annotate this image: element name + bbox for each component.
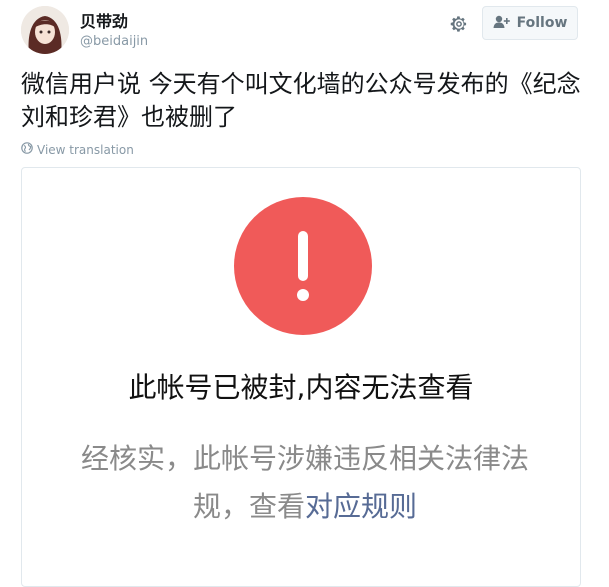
exclamation-icon xyxy=(234,197,372,335)
user-handle[interactable]: @beidaijin xyxy=(80,34,148,50)
follow-button[interactable]: Follow xyxy=(482,6,578,40)
avatar[interactable] xyxy=(21,6,69,54)
blocked-body: 经核实，此帐号涉嫌违反相关法律法规，查看对应规则 xyxy=(62,435,548,531)
add-user-icon xyxy=(493,14,511,33)
follow-label: Follow xyxy=(516,15,568,31)
tweet-text: 微信用户说 今天有个叫文化墙的公众号发布的《纪念刘和珍君》也被删了 xyxy=(21,70,581,131)
view-translation-link[interactable]: View translation xyxy=(21,142,134,157)
gear-icon[interactable] xyxy=(448,13,470,35)
tweet-header: 贝带劲 @beidaijin Follow xyxy=(0,0,609,60)
blocked-heading: 此帐号已被封,内容无法查看 xyxy=(128,371,474,404)
view-translation-label: View translation xyxy=(37,142,134,157)
globe-icon xyxy=(21,142,33,157)
rules-link[interactable]: 对应规则 xyxy=(305,490,417,523)
display-name[interactable]: 贝带劲 xyxy=(80,12,128,32)
